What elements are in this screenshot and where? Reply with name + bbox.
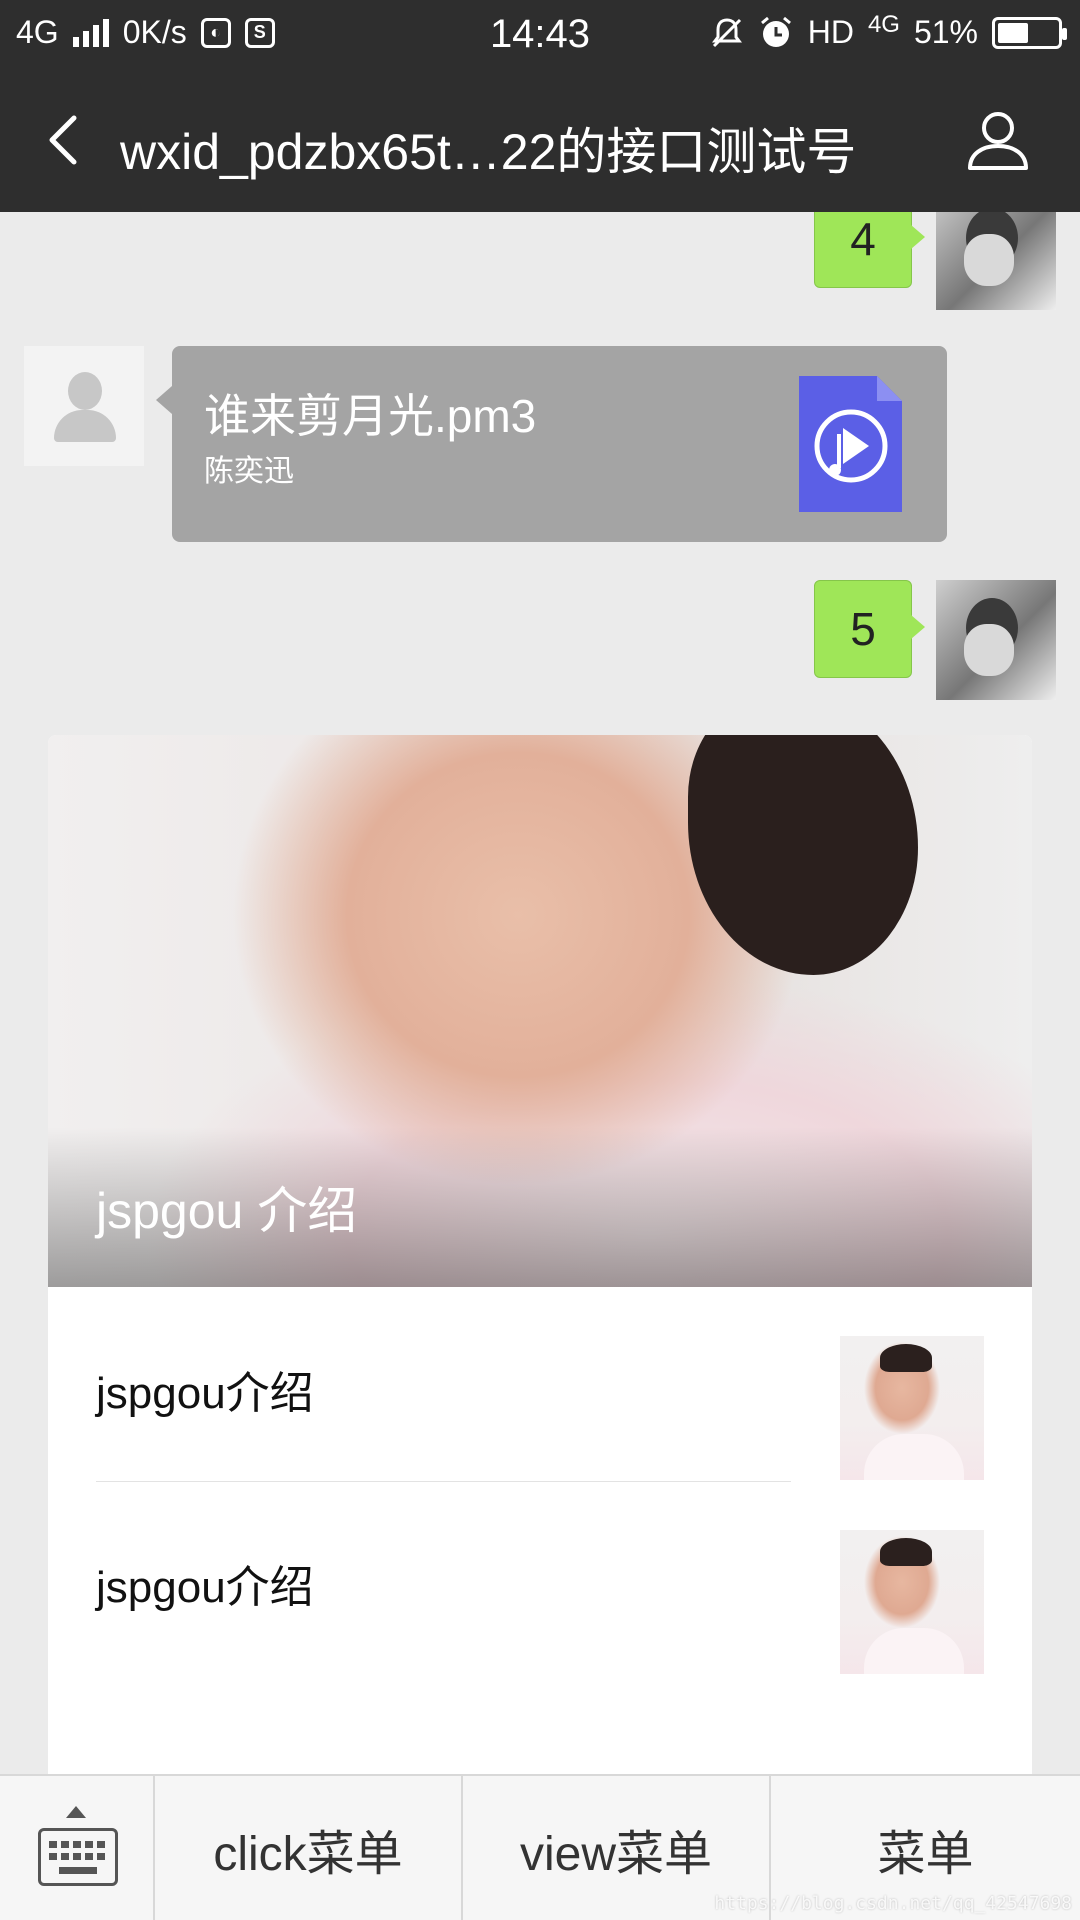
keyboard-icon	[38, 1828, 118, 1886]
article-thumbnail	[840, 1530, 984, 1674]
sent-message-bubble[interactable]: 5	[814, 580, 925, 678]
network-type-right: 4G	[867, 10, 900, 38]
mute-icon	[711, 17, 742, 47]
message-text: 4	[850, 213, 876, 265]
message-text: 5	[850, 603, 876, 655]
chat-title: wxid_pdzbx65t…22的接口测试号	[120, 124, 857, 180]
avatar[interactable]	[936, 580, 1056, 700]
avatar[interactable]	[936, 212, 1056, 310]
article-item[interactable]: jspgou介绍	[48, 1287, 1032, 1481]
chat-area[interactable]: 4 谁来剪月光.pm3 陈奕迅 5 jspgou 介绍 jspgou介绍 jsp…	[0, 212, 1080, 1774]
article-thumbnail	[840, 1336, 984, 1480]
news-card[interactable]: jspgou 介绍 jspgou介绍 jspgou介绍	[48, 735, 1032, 1774]
alarm-icon	[760, 16, 791, 47]
hd-label: HD	[807, 14, 854, 50]
article-title: jspgou介绍	[96, 1369, 314, 1418]
avatar[interactable]	[24, 346, 144, 466]
cover-title: jspgou 介绍	[96, 1183, 358, 1239]
status-bar: 4G 0K/s ◐ S 14:43 HD 4G 51%	[0, 0, 1080, 70]
battery-icon	[992, 16, 1067, 49]
back-icon[interactable]	[36, 110, 96, 170]
watermark: https://blog.csdn.net/qq_42547698	[714, 1893, 1072, 1914]
music-title: 谁来剪月光.pm3	[204, 390, 537, 442]
menu-item-click[interactable]: click菜单	[155, 1776, 463, 1920]
title-bar: wxid_pdzbx65t…22的接口测试号	[0, 70, 1080, 212]
cover-image[interactable]: jspgou 介绍	[48, 735, 1032, 1287]
article-item[interactable]: jspgou介绍	[48, 1481, 1032, 1675]
music-file-icon	[799, 376, 902, 512]
music-message[interactable]: 谁来剪月光.pm3 陈奕迅	[156, 346, 947, 542]
sent-message-bubble[interactable]: 4	[814, 212, 925, 288]
music-artist: 陈奕迅	[204, 455, 294, 488]
keyboard-toggle-button[interactable]	[0, 1776, 155, 1920]
battery-percent: 51%	[913, 14, 978, 50]
profile-icon[interactable]	[966, 108, 1030, 172]
article-title: jspgou介绍	[96, 1563, 314, 1612]
menu-bar: click菜单 view菜单 菜单 https://blog.csdn.net/…	[0, 1774, 1080, 1920]
